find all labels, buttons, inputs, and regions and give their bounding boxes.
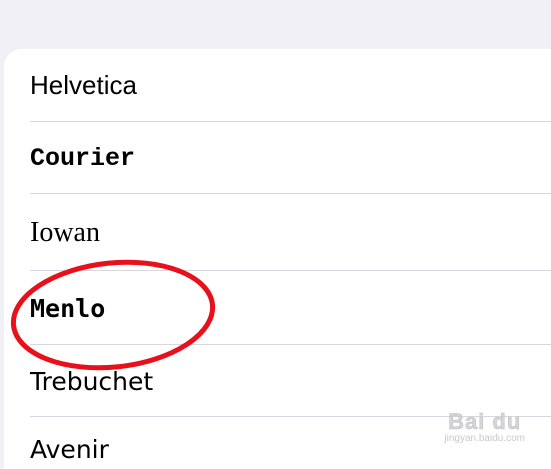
font-option-courier[interactable]: Courier [4,122,551,194]
font-option-trebuchet[interactable]: Trebuchet [4,345,551,417]
font-option-iowan[interactable]: Iowan [4,194,551,271]
font-option-label: Menlo [30,293,106,323]
font-option-label: Trebuchet [30,366,154,396]
font-option-avenir[interactable]: Avenir [4,417,551,469]
font-option-label: Iowan [30,216,100,248]
font-option-helvetica[interactable]: Helvetica [4,49,551,122]
font-list: Helvetica Courier Iowan Menlo Trebuchet … [4,49,551,469]
font-option-label: Helvetica [30,70,137,100]
font-option-menlo[interactable]: Menlo [4,271,551,345]
font-option-label: Courier [30,143,136,173]
font-option-label: Avenir [30,435,109,464]
